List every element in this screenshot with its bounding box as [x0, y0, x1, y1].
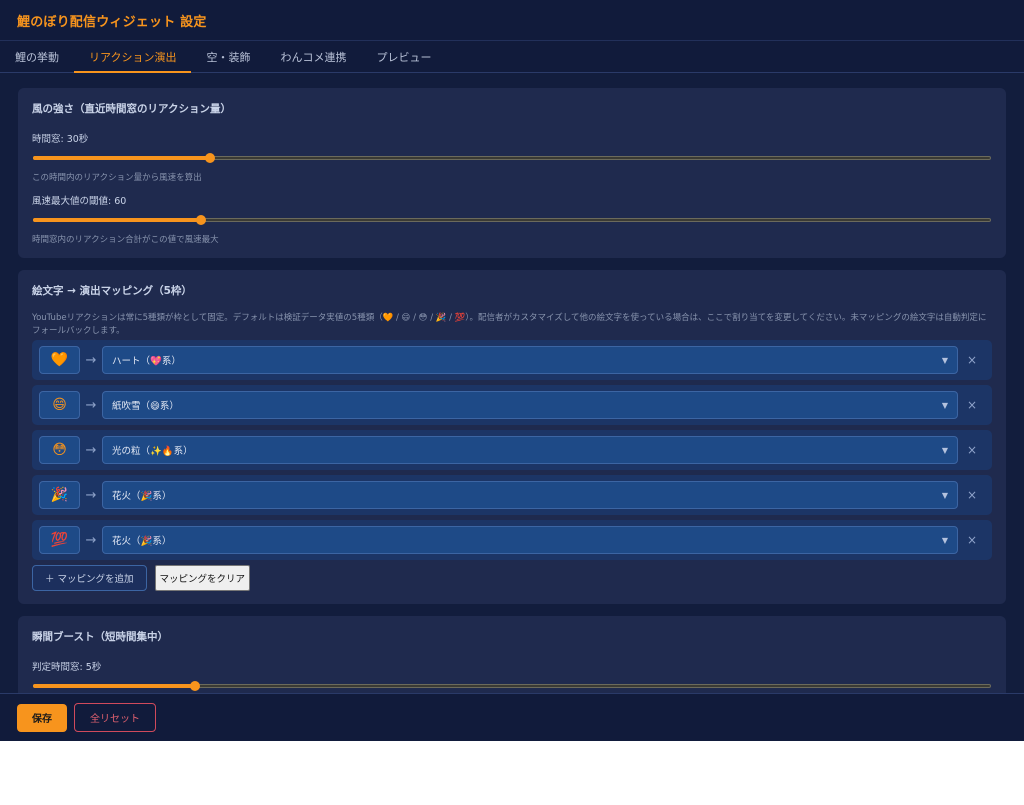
- arrow-icon: →: [85, 442, 97, 458]
- effect-select-value: 花火（🎉系）: [112, 536, 172, 547]
- tab-onecomme-integration[interactable]: わんコメ連携: [265, 41, 361, 72]
- slider-fill: [33, 684, 195, 688]
- time-window-label: 時間窓: 30秒: [32, 134, 89, 145]
- wind-threshold-slider[interactable]: [33, 214, 991, 226]
- time-window-slider[interactable]: [33, 152, 991, 164]
- effect-select[interactable]: ハート（💖系） ▼: [102, 346, 958, 374]
- emoji-mapping-card: 絵文字 → 演出マッピング（5枠） YouTubeリアクションは常に5種類が枠と…: [18, 270, 1006, 604]
- wind-card-title: 風の強さ（直近時間窓のリアクション量）: [32, 103, 231, 115]
- arrow-icon: →: [85, 532, 97, 548]
- tab-preview[interactable]: プレビュー: [361, 41, 446, 72]
- remove-mapping-button[interactable]: ×: [958, 353, 986, 367]
- remove-mapping-button[interactable]: ×: [958, 398, 986, 412]
- boost-window-slider[interactable]: [33, 680, 991, 692]
- remove-mapping-button[interactable]: ×: [958, 443, 986, 457]
- effect-select[interactable]: 紙吹雪（😄系） ▼: [102, 391, 958, 419]
- tab-bar: 鯉の挙動 リアクション演出 空・装飾 わんコメ連携 プレビュー: [0, 41, 1024, 73]
- boost-window-label: 判定時間窓: 5秒: [32, 662, 102, 673]
- emoji-input[interactable]: 😳: [39, 436, 80, 464]
- emoji-input[interactable]: 😄: [39, 391, 80, 419]
- chevron-down-icon: ▼: [941, 490, 948, 500]
- add-mapping-button[interactable]: ＋ マッピングを追加: [32, 565, 147, 591]
- tab-reaction-effects[interactable]: リアクション演出: [74, 41, 192, 73]
- chevron-down-icon: ▼: [941, 445, 948, 455]
- settings-content[interactable]: 風の強さ（直近時間窓のリアクション量） 時間窓: 30秒 この時間内のリアクショ…: [0, 74, 1024, 693]
- slider-thumb[interactable]: [195, 215, 206, 225]
- emoji-input[interactable]: 💯: [39, 526, 80, 554]
- effect-select-value: 光の粒（✨🔥系）: [112, 446, 193, 457]
- effect-select[interactable]: 光の粒（✨🔥系） ▼: [102, 436, 958, 464]
- mapping-row: 💯 → 花火（🎉系） ▼ ×: [32, 520, 992, 560]
- mapping-row: 🎉 → 花火（🎉系） ▼ ×: [32, 475, 992, 515]
- tab-sky-decoration[interactable]: 空・装飾: [191, 41, 265, 72]
- slider-thumb[interactable]: [189, 681, 200, 691]
- effect-select-value: ハート（💖系）: [112, 356, 181, 367]
- wind-threshold-label: 風速最大値の閾値: 60: [32, 196, 127, 207]
- mapping-row: 😄 → 紙吹雪（😄系） ▼ ×: [32, 385, 992, 425]
- effect-select-value: 花火（🎉系）: [112, 491, 172, 502]
- mapping-row: 😳 → 光の粒（✨🔥系） ▼ ×: [32, 430, 992, 470]
- arrow-icon: →: [85, 397, 97, 413]
- remove-mapping-button[interactable]: ×: [958, 533, 986, 547]
- time-window-hint: この時間内のリアクション量から風速を算出: [32, 173, 202, 183]
- footer-bar: 保存 全リセット: [0, 693, 1024, 741]
- boost-card-title: 瞬間ブースト（短時間集中）: [32, 631, 168, 643]
- tab-koi-behavior[interactable]: 鯉の挙動: [0, 41, 74, 72]
- chevron-down-icon: ▼: [941, 355, 948, 365]
- emoji-input[interactable]: 🎉: [39, 481, 80, 509]
- mapping-description: YouTubeリアクションは常に5種類が枠として固定。デフォルトは検証データ実値…: [32, 313, 987, 336]
- slider-fill: [33, 218, 201, 222]
- clear-mapping-button[interactable]: マッピングをクリア: [154, 565, 251, 591]
- arrow-icon: →: [85, 352, 97, 368]
- effect-select[interactable]: 花火（🎉系） ▼: [102, 526, 958, 554]
- instant-boost-card: 瞬間ブースト（短時間集中） 判定時間窓: 5秒: [18, 616, 1006, 693]
- emoji-input[interactable]: 🧡: [39, 346, 80, 374]
- save-button[interactable]: 保存: [17, 703, 67, 732]
- wind-threshold-hint: 時間窓内のリアクション合計がこの値で風速最大: [32, 235, 219, 245]
- effect-select-value: 紙吹雪（😄系）: [112, 401, 179, 412]
- settings-window: 鯉のぼり配信ウィジェット 設定 鯉の挙動 リアクション演出 空・装飾 わんコメ連…: [0, 0, 1024, 741]
- mapping-actions: ＋ マッピングを追加 マッピングをクリア: [32, 565, 992, 591]
- slider-thumb[interactable]: [205, 153, 216, 163]
- mapping-row: 🧡 → ハート（💖系） ▼ ×: [32, 340, 992, 380]
- mapping-card-title: 絵文字 → 演出マッピング（5枠）: [32, 285, 192, 297]
- wind-strength-card: 風の強さ（直近時間窓のリアクション量） 時間窓: 30秒 この時間内のリアクショ…: [18, 88, 1006, 258]
- remove-mapping-button[interactable]: ×: [958, 488, 986, 502]
- arrow-icon: →: [85, 487, 97, 503]
- reset-all-button[interactable]: 全リセット: [74, 703, 156, 732]
- effect-select[interactable]: 花火（🎉系） ▼: [102, 481, 958, 509]
- chevron-down-icon: ▼: [941, 535, 948, 545]
- app-title: 鯉のぼり配信ウィジェット 設定: [17, 14, 207, 30]
- chevron-down-icon: ▼: [941, 400, 948, 410]
- slider-fill: [33, 156, 211, 160]
- title-bar: 鯉のぼり配信ウィジェット 設定: [0, 0, 1024, 41]
